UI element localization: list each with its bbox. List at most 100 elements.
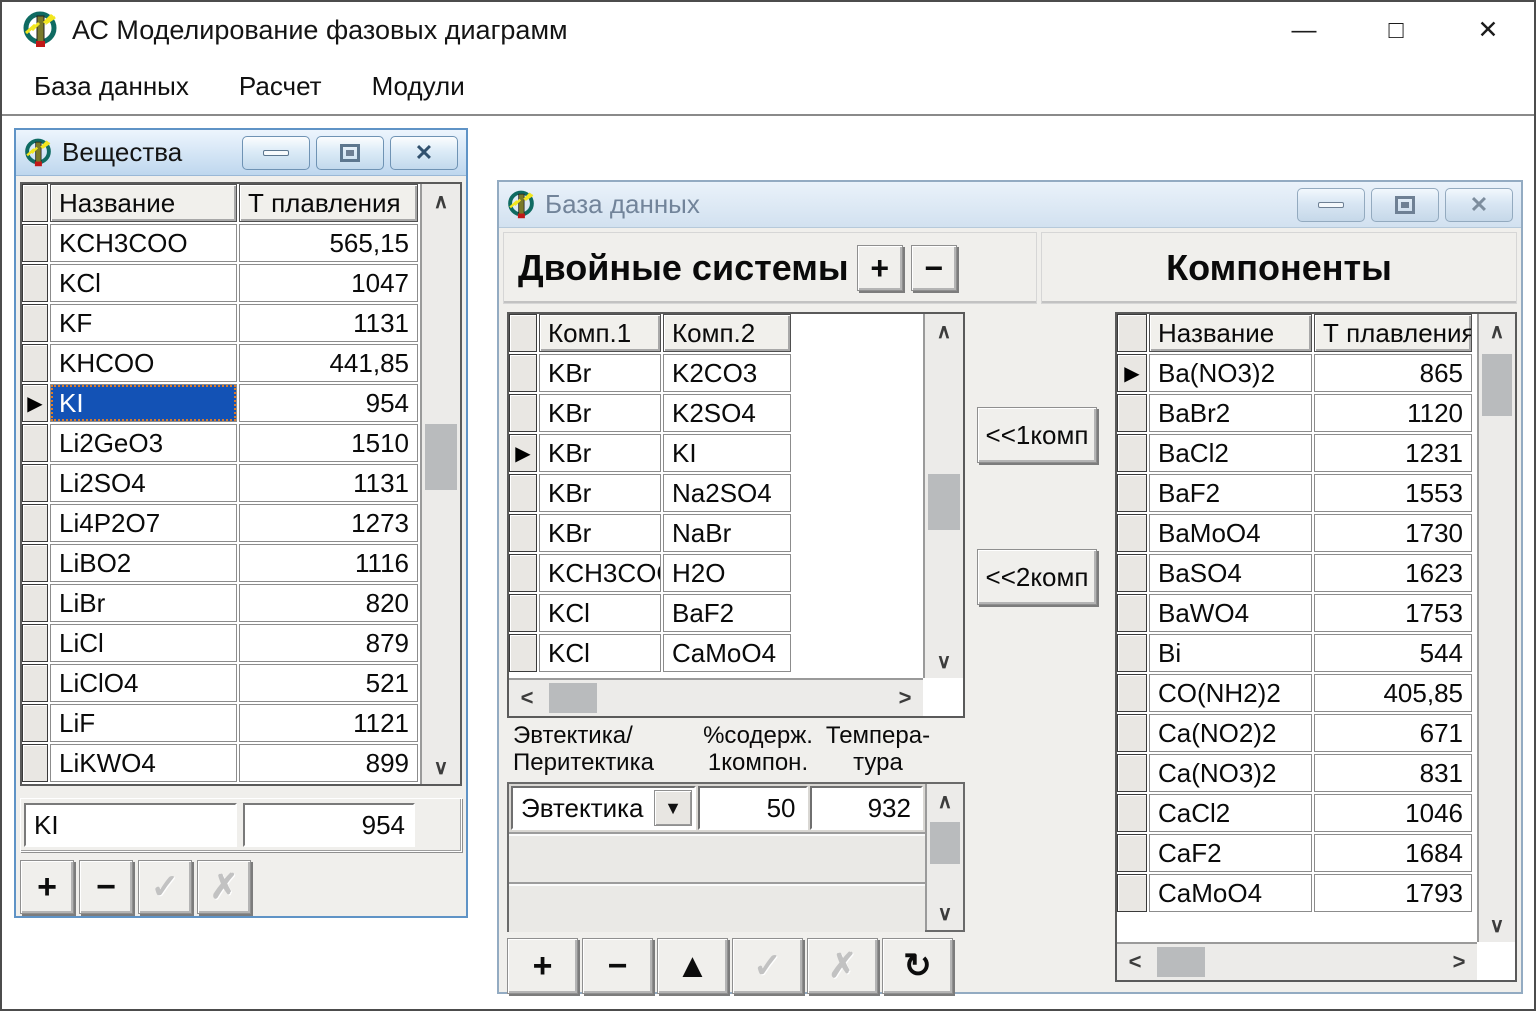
menu-database[interactable]: База данных (20, 65, 203, 108)
table-row[interactable]: LiBr820 (22, 584, 420, 624)
close-button[interactable]: ✕ (1442, 2, 1534, 58)
grid-cell[interactable]: 1131 (239, 464, 418, 502)
scroll-track[interactable] (1153, 944, 1441, 980)
grid-cell[interactable]: 405,85 (1314, 674, 1472, 712)
minimize-button[interactable] (242, 136, 310, 170)
dropdown-arrow-icon[interactable]: ▼ (654, 790, 692, 826)
table-row[interactable]: KF1131 (22, 304, 420, 344)
name-field[interactable] (24, 803, 237, 847)
grid-cell[interactable]: 954 (239, 384, 418, 422)
scroll-left-icon[interactable]: < (509, 680, 545, 716)
delete-record-button[interactable]: − (582, 938, 653, 994)
grid-cell[interactable]: BaSO4 (1149, 554, 1312, 592)
maximize-button[interactable]: □ (1350, 2, 1442, 58)
column-header-comp1[interactable]: Комп.1 (539, 314, 661, 352)
table-row[interactable]: LiF1121 (22, 704, 420, 744)
grid-cell[interactable]: LiKWO4 (50, 744, 237, 782)
table-row[interactable]: Ca(NO3)2831 (1117, 754, 1477, 794)
scroll-right-icon[interactable]: > (1441, 944, 1477, 980)
grid-cell[interactable]: 441,85 (239, 344, 418, 382)
table-row[interactable]: Li2SO41131 (22, 464, 420, 504)
table-row[interactable]: KCl1047 (22, 264, 420, 304)
close-button[interactable]: ✕ (1445, 188, 1513, 222)
grid-cell[interactable]: KBr (539, 434, 661, 472)
grid-cell[interactable]: Li2SO4 (50, 464, 237, 502)
grid-cell[interactable]: LiBr (50, 584, 237, 622)
grid-cell[interactable]: K2CO3 (663, 354, 791, 392)
grid-cell[interactable]: KI (50, 384, 237, 422)
table-row[interactable]: BaSO41623 (1117, 554, 1477, 594)
grid-cell[interactable]: 831 (1314, 754, 1472, 792)
grid-cell[interactable]: KBr (539, 514, 661, 552)
grid-cell[interactable]: BaMoO4 (1149, 514, 1312, 552)
add-record-button[interactable]: + (20, 860, 74, 914)
table-row[interactable]: Li2GeO31510 (22, 424, 420, 464)
table-row[interactable]: LiKWO4899 (22, 744, 420, 784)
table-row[interactable]: KBrNa2SO4 (509, 474, 923, 514)
grid-cell[interactable]: 1046 (1314, 794, 1472, 832)
column-header-melting[interactable]: Т плавления (1314, 314, 1472, 352)
table-row[interactable]: LiClO4521 (22, 664, 420, 704)
table-row[interactable]: KCH3COO565,15 (22, 224, 420, 264)
grid-cell[interactable]: 1730 (1314, 514, 1472, 552)
grid-cell[interactable]: H2O (663, 554, 791, 592)
grid-cell[interactable]: BaBr2 (1149, 394, 1312, 432)
grid-cell[interactable]: 1131 (239, 304, 418, 342)
grid-cell[interactable]: 899 (239, 744, 418, 782)
table-row[interactable]: CO(NH2)2405,85 (1117, 674, 1477, 714)
grid-cell[interactable]: LiBO2 (50, 544, 237, 582)
scroll-track[interactable] (545, 680, 887, 716)
grid-cell[interactable]: 1047 (239, 264, 418, 302)
scroll-track[interactable] (1479, 348, 1515, 908)
vertical-scrollbar[interactable]: ∧ ∨ (925, 784, 963, 930)
column-header-name[interactable]: Название (1149, 314, 1312, 352)
remove-system-button[interactable]: − (911, 245, 957, 291)
grid-cell[interactable]: KCH3COO (539, 554, 661, 592)
table-row[interactable]: ▶Ba(NO3)2865 (1117, 354, 1477, 394)
table-row[interactable]: CaMoO41793 (1117, 874, 1477, 914)
scroll-thumb[interactable] (1482, 354, 1512, 416)
type-dropdown[interactable]: Эвтектика ▼ (511, 786, 696, 830)
grid-cell[interactable]: KI (663, 434, 791, 472)
grid-cell[interactable]: Ba(NO3)2 (1149, 354, 1312, 392)
add-system-button[interactable]: + (857, 245, 903, 291)
percent-field[interactable]: 50 (698, 786, 807, 830)
scroll-down-icon[interactable]: ∨ (422, 750, 460, 784)
grid-cell[interactable]: KHCOO (50, 344, 237, 382)
post-record-button[interactable]: ✓ (732, 938, 803, 994)
grid-cell[interactable]: 879 (239, 624, 418, 662)
grid-cell[interactable]: 820 (239, 584, 418, 622)
grid-cell[interactable]: 865 (1314, 354, 1472, 392)
maximize-button[interactable] (316, 136, 384, 170)
grid-cell[interactable]: 1753 (1314, 594, 1472, 632)
grid-cell[interactable]: KCl (539, 634, 661, 672)
table-row[interactable]: KBrNaBr (509, 514, 923, 554)
table-row[interactable]: ▶KBrKI (509, 434, 923, 474)
vertical-scrollbar[interactable]: ∧ ∨ (1477, 314, 1515, 942)
grid-cell[interactable]: KBr (539, 354, 661, 392)
move-up-button[interactable]: ▲ (657, 938, 728, 994)
grid-cell[interactable]: KCH3COO (50, 224, 237, 262)
table-row[interactable]: BaWO41753 (1117, 594, 1477, 634)
grid-cell[interactable]: KBr (539, 474, 661, 512)
grid-cell[interactable]: 544 (1314, 634, 1472, 672)
grid-cell[interactable]: CaMoO4 (1149, 874, 1312, 912)
temperature-field[interactable]: 932 (810, 786, 923, 830)
column-header-name[interactable]: Название (50, 184, 237, 222)
minimize-button[interactable] (1297, 188, 1365, 222)
table-row[interactable]: LiBO21116 (22, 544, 420, 584)
grid-cell[interactable]: KBr (539, 394, 661, 432)
grid-cell[interactable]: 1120 (1314, 394, 1472, 432)
grid-cell[interactable]: 1231 (1314, 434, 1472, 472)
grid-cell[interactable]: BaF2 (663, 594, 791, 632)
grid-cell[interactable]: CaF2 (1149, 834, 1312, 872)
grid-cell[interactable]: CaCl2 (1149, 794, 1312, 832)
copy-component1-button[interactable]: <<1комп (977, 407, 1097, 463)
grid-cell[interactable]: LiCl (50, 624, 237, 662)
grid-cell[interactable]: 671 (1314, 714, 1472, 752)
grid-cell[interactable]: LiF (50, 704, 237, 742)
grid-cell[interactable]: BaWO4 (1149, 594, 1312, 632)
table-row[interactable]: KClCaMoO4 (509, 634, 923, 674)
grid-cell[interactable]: 1684 (1314, 834, 1472, 872)
melting-temp-field[interactable] (243, 803, 415, 847)
